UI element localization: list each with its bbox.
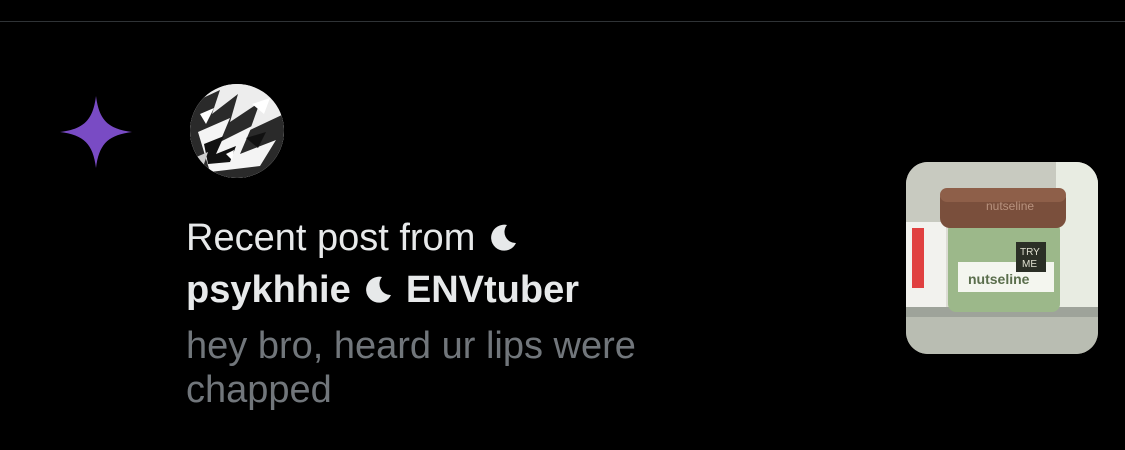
crescent-moon-icon xyxy=(491,224,516,251)
notification-item[interactable]: Recent post from psykhhie ENVtuber hey b… xyxy=(0,22,1125,450)
jar-lid-text: nutseline xyxy=(986,199,1034,213)
display-name-part1[interactable]: psykhhie xyxy=(186,269,351,311)
jar-label-text: nutseline xyxy=(968,271,1030,287)
intro-text: Recent post from xyxy=(186,217,476,259)
sparkle-icon xyxy=(60,96,132,168)
post-preview-text: hey bro, heard ur lips were chapped xyxy=(186,325,636,411)
avatar-image xyxy=(190,84,284,178)
crescent-moon-icon xyxy=(366,276,392,303)
display-name-line[interactable]: psykhhie ENVtuber xyxy=(186,264,886,316)
thumbnail-image: nutseline nutseline TRY ME xyxy=(906,162,1098,354)
avatar[interactable] xyxy=(190,84,284,178)
intro-line: Recent post from xyxy=(186,212,886,264)
tag-text-line2: ME xyxy=(1022,259,1037,270)
post-media-thumbnail[interactable]: nutseline nutseline TRY ME xyxy=(906,162,1098,354)
tag-text-line1: TRY xyxy=(1020,247,1040,258)
display-name-part2[interactable]: ENVtuber xyxy=(406,269,579,311)
notification-text: Recent post from psykhhie ENVtuber hey b… xyxy=(186,212,886,412)
notifications-screen: Recent post from psykhhie ENVtuber hey b… xyxy=(0,0,1125,450)
